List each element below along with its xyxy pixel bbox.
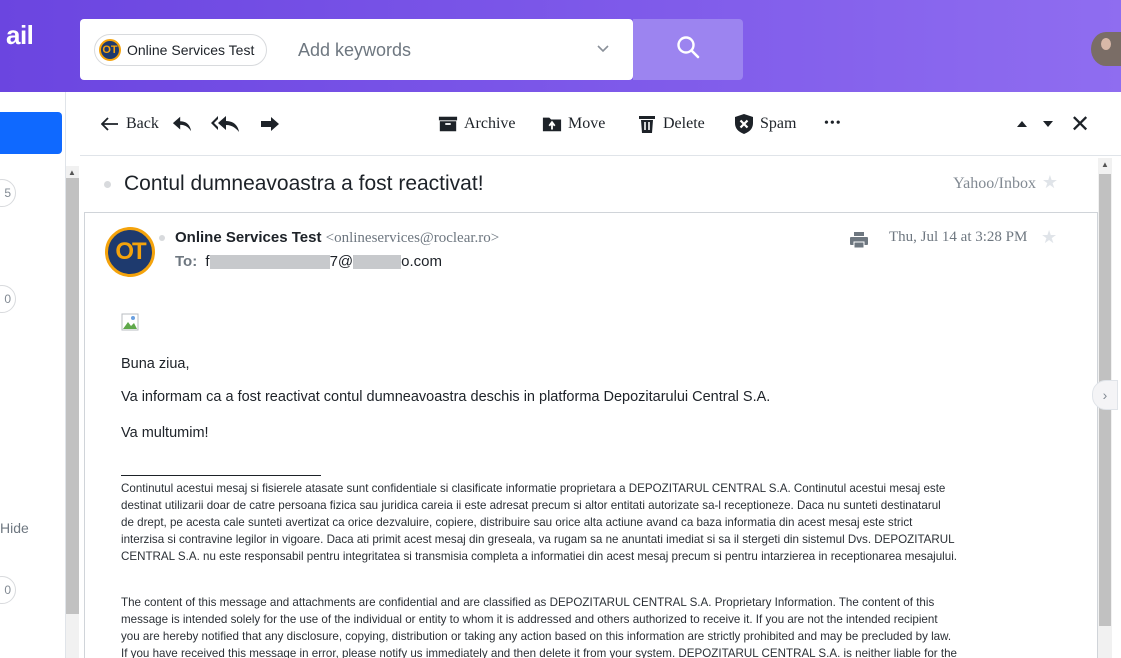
forward-icon (260, 114, 280, 134)
folder-sidebar: 5 0 Hide 0 (0, 92, 66, 658)
delete-label: Delete (663, 115, 705, 132)
to-label: To: (175, 253, 198, 270)
mail-logo[interactable]: ail (6, 20, 34, 51)
reply-icon (172, 114, 192, 134)
trash-icon (637, 114, 657, 134)
sidebar-scrollbar-thumb[interactable] (66, 178, 79, 614)
read-status-dot[interactable] (104, 181, 111, 188)
next-message-button[interactable] (1038, 92, 1058, 156)
spam-button[interactable]: Spam (734, 92, 796, 156)
profile-avatar[interactable] (1091, 32, 1121, 66)
search-input[interactable] (298, 36, 578, 64)
back-button[interactable]: Back (100, 92, 159, 156)
spam-label: Spam (760, 115, 797, 132)
search-filter-chip[interactable]: OT Online Services Test (94, 34, 268, 66)
move-label: Move (568, 115, 606, 132)
broken-image-icon (121, 313, 139, 331)
move-button[interactable]: Move (542, 92, 605, 156)
subject-row: Contul dumneavoastra a fost reactivat! Y… (80, 158, 1098, 212)
chevron-right-icon[interactable]: › (1092, 380, 1118, 410)
search-icon (675, 34, 701, 65)
archive-icon (438, 114, 458, 134)
message-card: OT Online Services Test <onlineservices@… (84, 212, 1098, 658)
compose-button[interactable] (0, 112, 62, 154)
caret-down-icon (1038, 114, 1058, 134)
move-folder-icon (542, 114, 562, 134)
greeting-text: Buna ziua, (121, 356, 190, 372)
chip-label: Online Services Test (127, 42, 255, 58)
printer-icon[interactable] (849, 231, 869, 254)
signature-divider (121, 475, 321, 476)
message-toolbar: Back Archive Move Delete Spam ••• ✕ (80, 92, 1121, 156)
disclaimer-english: The content of this message and attachme… (121, 596, 957, 658)
folder-count[interactable]: 0 (0, 576, 16, 604)
scroll-up-icon[interactable]: ▲ (68, 168, 76, 177)
archive-label: Archive (464, 115, 516, 132)
search-button[interactable] (633, 19, 743, 80)
search-bar: OT Online Services Test (80, 19, 633, 80)
closing-text: Va multumim! (121, 425, 209, 441)
previous-message-button[interactable] (1012, 92, 1032, 156)
scroll-up-icon[interactable]: ▲ (1101, 160, 1109, 169)
chevron-down-icon[interactable] (596, 41, 610, 57)
folder-label[interactable]: Yahoo/Inbox (953, 175, 1036, 193)
star-icon[interactable]: ★ (1041, 227, 1057, 248)
body-text: Va informam ca a fost reactivat contul d… (121, 389, 771, 405)
folder-count[interactable]: 0 (0, 285, 16, 313)
star-icon[interactable]: ★ (1042, 172, 1058, 193)
archive-button[interactable]: Archive (438, 92, 516, 156)
recipient-address[interactable]: f 7@ o.com (205, 253, 442, 270)
message-date: Thu, Jul 14 at 3:28 PM (889, 229, 1028, 245)
reply-all-icon (210, 114, 240, 134)
more-actions-button[interactable]: ••• (824, 92, 842, 156)
sender-line: Online Services Test <onlineservices@roc… (175, 229, 499, 247)
close-icon: ✕ (1070, 110, 1091, 138)
arrow-left-icon (100, 114, 120, 134)
reply-all-button[interactable] (210, 92, 240, 156)
chip-avatar: OT (99, 39, 121, 61)
close-button[interactable]: ✕ (1070, 92, 1090, 156)
forward-button[interactable] (260, 92, 280, 156)
spam-shield-icon (734, 114, 754, 134)
hide-link[interactable]: Hide (0, 520, 29, 536)
sender-status-dot (159, 235, 165, 241)
recipient-line: To: f 7@ o.com (175, 253, 442, 270)
folder-count[interactable]: 5 (0, 179, 16, 207)
message-subject: Contul dumneavoastra a fost reactivat! (124, 172, 484, 195)
back-label: Back (126, 115, 159, 132)
reply-button[interactable] (172, 92, 192, 156)
sender-email[interactable]: <onlineservices@roclear.ro> (326, 230, 500, 246)
caret-up-icon (1012, 114, 1032, 134)
sender-avatar[interactable]: OT (105, 227, 155, 277)
delete-button[interactable]: Delete (637, 92, 705, 156)
sender-name[interactable]: Online Services Test (175, 229, 321, 246)
app-header: ail OT Online Services Test (0, 0, 1121, 92)
disclaimer-romanian: Continutul acestui mesaj si fisierele at… (121, 482, 958, 563)
